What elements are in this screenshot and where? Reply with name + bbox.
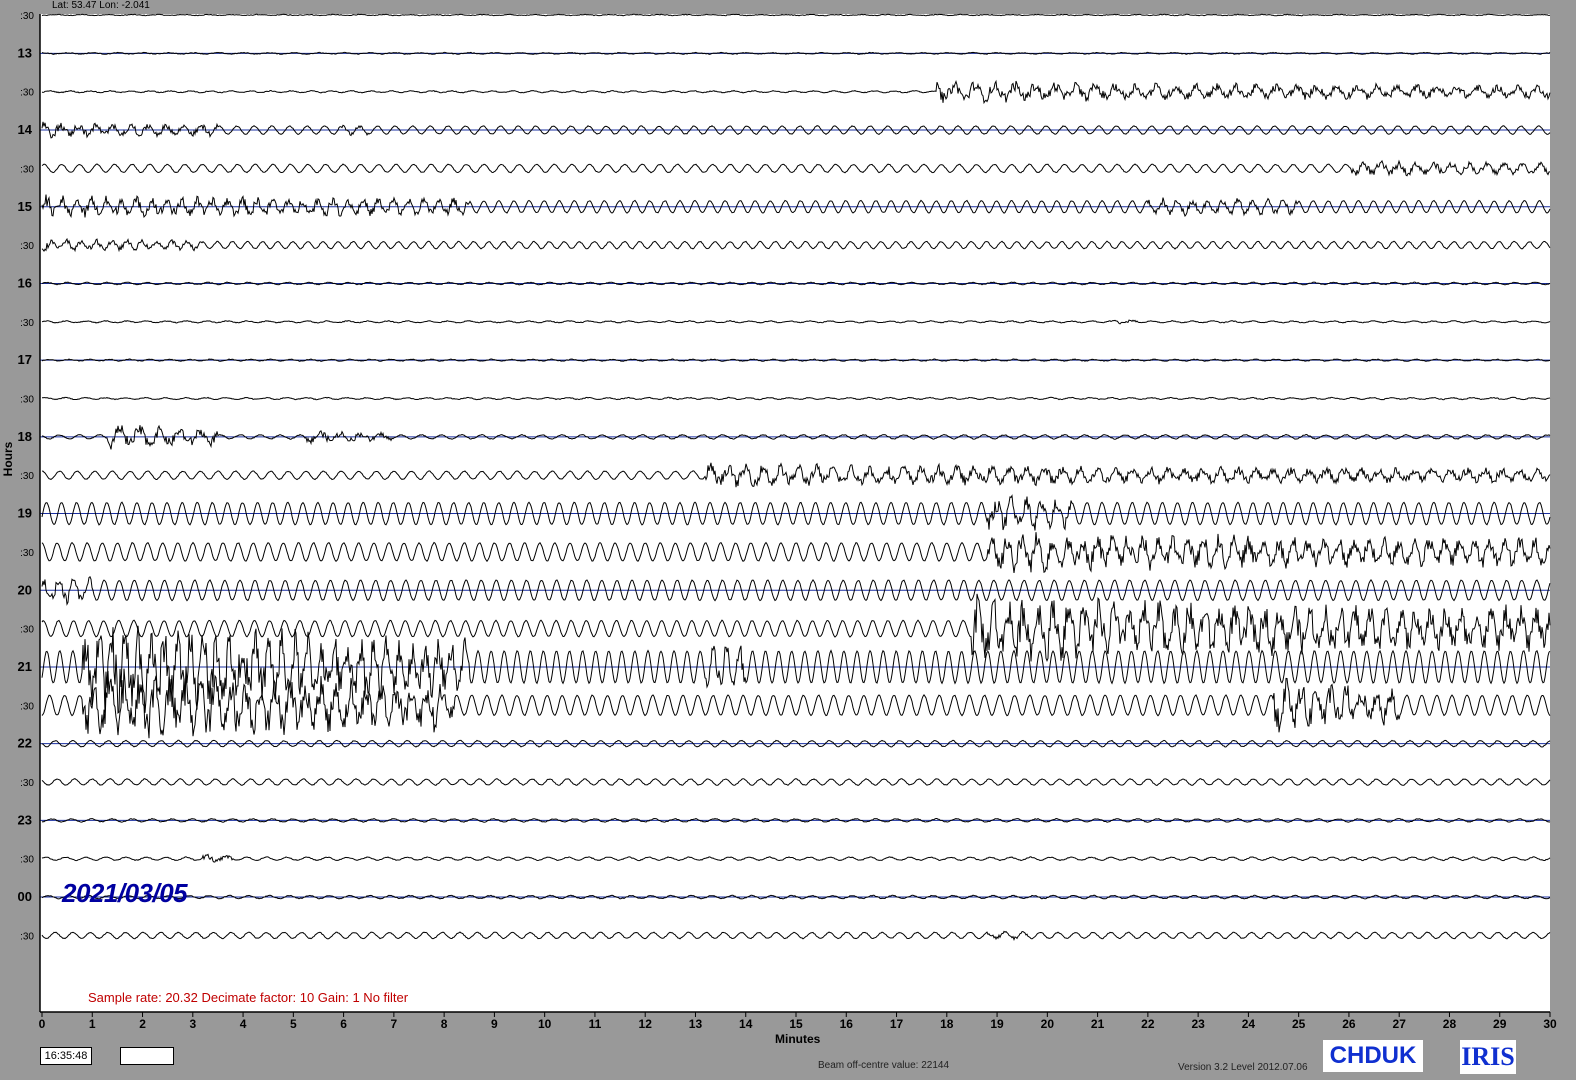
y-tick-label: :30 xyxy=(20,241,34,252)
x-tick-label: 26 xyxy=(1342,1017,1356,1031)
y-axis-title: Hours xyxy=(1,441,15,477)
y-tick-label: :30 xyxy=(20,395,34,406)
y-tick-label: :30 xyxy=(20,701,34,712)
location-readout: Lat: 53.47 Lon: -2.041 xyxy=(52,0,150,11)
x-tick-labels: 0 1 2 3 4 5 6 7 8 9 10 11 12 13 14 15 16 17 18 19 20 21 22 23 24… xyxy=(39,1012,1557,1031)
y-tick-label: 00 xyxy=(18,889,32,904)
x-tick-label: 21 xyxy=(1091,1017,1105,1031)
x-tick-label: 25 xyxy=(1292,1017,1306,1031)
y-tick-label: :30 xyxy=(20,778,34,789)
x-tick-label: 14 xyxy=(739,1017,753,1031)
x-tick-label: 16 xyxy=(840,1017,854,1031)
x-tick-label: 0 xyxy=(39,1017,46,1031)
version-text: Version 3.2 Level 2012.07.06 xyxy=(1178,1062,1308,1073)
x-axis-title: Minutes xyxy=(775,1032,821,1046)
x-tick-label: 19 xyxy=(990,1017,1004,1031)
y-tick-label: 17 xyxy=(18,352,32,367)
x-tick-label: 9 xyxy=(491,1017,498,1031)
date-label: 2021/03/05 xyxy=(62,878,188,908)
y-tick-label: :30 xyxy=(20,548,34,559)
x-tick-label: 30 xyxy=(1543,1017,1557,1031)
x-tick-label: 29 xyxy=(1493,1017,1507,1031)
helicorder-plot: :3013:3014:3015:3016:3017:3018:3019:3020… xyxy=(18,11,1557,1031)
y-tick-label: 22 xyxy=(18,736,32,751)
x-tick-label: 10 xyxy=(538,1017,552,1031)
station-logo: CHDUK xyxy=(1323,1040,1423,1072)
x-tick-label: 22 xyxy=(1141,1017,1155,1031)
empty-field[interactable] xyxy=(120,1047,174,1065)
y-tick-label: :30 xyxy=(20,11,34,22)
x-tick-label: 6 xyxy=(340,1017,347,1031)
y-tick-label: :30 xyxy=(20,88,34,99)
x-tick-label: 17 xyxy=(890,1017,904,1031)
x-tick-label: 27 xyxy=(1393,1017,1407,1031)
x-tick-label: 15 xyxy=(789,1017,803,1031)
y-tick-label: 16 xyxy=(18,275,32,290)
x-tick-label: 2 xyxy=(139,1017,146,1031)
x-tick-label: 8 xyxy=(441,1017,448,1031)
x-tick-label: 11 xyxy=(589,1017,602,1031)
x-tick-label: 12 xyxy=(639,1017,653,1031)
y-tick-label: :30 xyxy=(20,931,34,942)
y-tick-label: 14 xyxy=(18,122,33,137)
x-tick-label: 20 xyxy=(1041,1017,1055,1031)
y-tick-label: :30 xyxy=(20,164,34,175)
x-tick-label: 5 xyxy=(290,1017,297,1031)
x-tick-label: 23 xyxy=(1191,1017,1205,1031)
x-tick-label: 1 xyxy=(89,1017,96,1031)
x-tick-label: 4 xyxy=(240,1017,247,1031)
y-tick-label: 23 xyxy=(18,812,32,827)
x-tick-label: 28 xyxy=(1443,1017,1457,1031)
x-tick-label: 7 xyxy=(391,1017,398,1031)
y-tick-label: 19 xyxy=(18,506,32,521)
y-tick-label: :30 xyxy=(20,471,34,482)
y-tick-label: 20 xyxy=(18,582,32,597)
acquisition-info: Sample rate: 20.32 Decimate factor: 10 G… xyxy=(88,990,409,1005)
y-tick-label: 13 xyxy=(18,45,32,60)
y-tick-label: 21 xyxy=(18,659,32,674)
x-tick-label: 3 xyxy=(189,1017,196,1031)
plot-area xyxy=(40,14,1550,1012)
y-tick-label: 18 xyxy=(18,429,32,444)
beam-offset: Beam off-centre value: 22144 xyxy=(818,1060,950,1071)
y-tick-label: :30 xyxy=(20,318,34,329)
x-tick-label: 18 xyxy=(940,1017,954,1031)
x-tick-label: 13 xyxy=(689,1017,703,1031)
iris-logo: IRIS xyxy=(1460,1040,1516,1074)
clock-field[interactable]: 16:35:48 xyxy=(40,1047,92,1065)
y-tick-label: :30 xyxy=(20,855,34,866)
y-tick-label: :30 xyxy=(20,625,34,636)
x-tick-label: 24 xyxy=(1242,1017,1256,1031)
y-tick-label: 15 xyxy=(18,199,32,214)
y-tick-labels: :30 13 :30 14 :30 15 :30 16 :30 17 :30 18 :30 19 :30 20… xyxy=(18,11,35,942)
